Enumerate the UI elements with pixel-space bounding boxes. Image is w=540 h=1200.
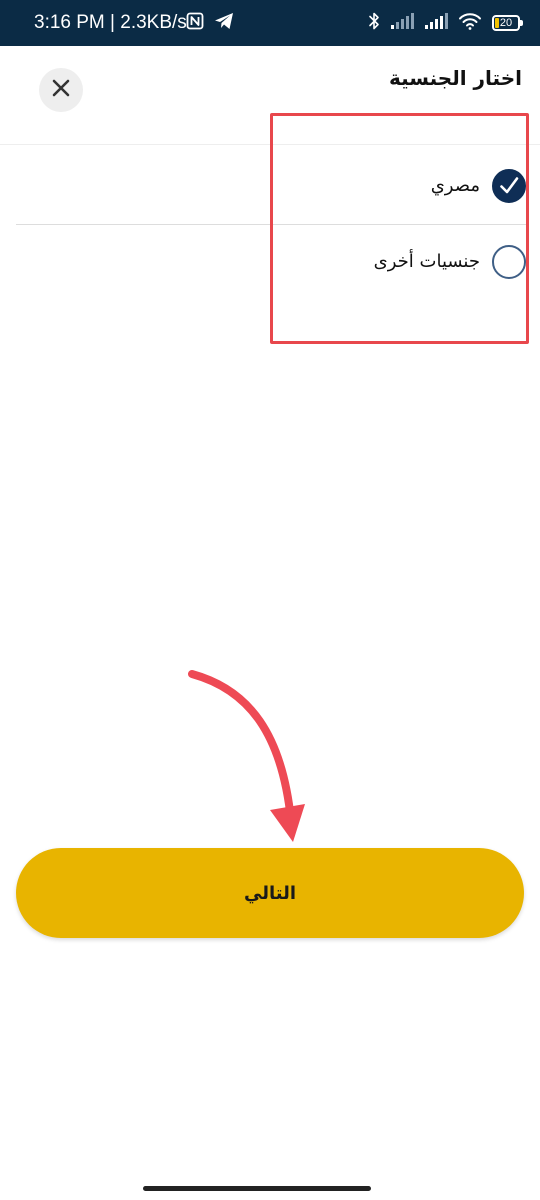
status-left-icons bbox=[186, 0, 234, 46]
signal-icon bbox=[390, 12, 414, 34]
nfc-icon bbox=[186, 12, 204, 34]
next-button[interactable]: التالي bbox=[16, 848, 524, 938]
telegram-icon bbox=[214, 12, 234, 34]
signal-icon bbox=[424, 12, 448, 34]
wifi-icon bbox=[458, 12, 482, 34]
bluetooth-icon bbox=[368, 11, 380, 35]
close-icon bbox=[51, 78, 71, 102]
annotation-arrow bbox=[188, 670, 305, 842]
status-bar: 3:16 PM | 2.3KB/s 20 bbox=[0, 0, 540, 46]
page-title: اختار الجنسية bbox=[388, 66, 522, 90]
annotation-highlight-box bbox=[270, 113, 529, 344]
close-button[interactable] bbox=[39, 68, 83, 112]
battery-icon: 20 bbox=[492, 15, 523, 31]
status-right-icons: 20 bbox=[368, 0, 523, 46]
battery-level: 20 bbox=[499, 17, 513, 29]
home-indicator[interactable] bbox=[143, 1186, 371, 1191]
status-time: 3:16 PM | 2.3KB/s bbox=[34, 12, 187, 33]
